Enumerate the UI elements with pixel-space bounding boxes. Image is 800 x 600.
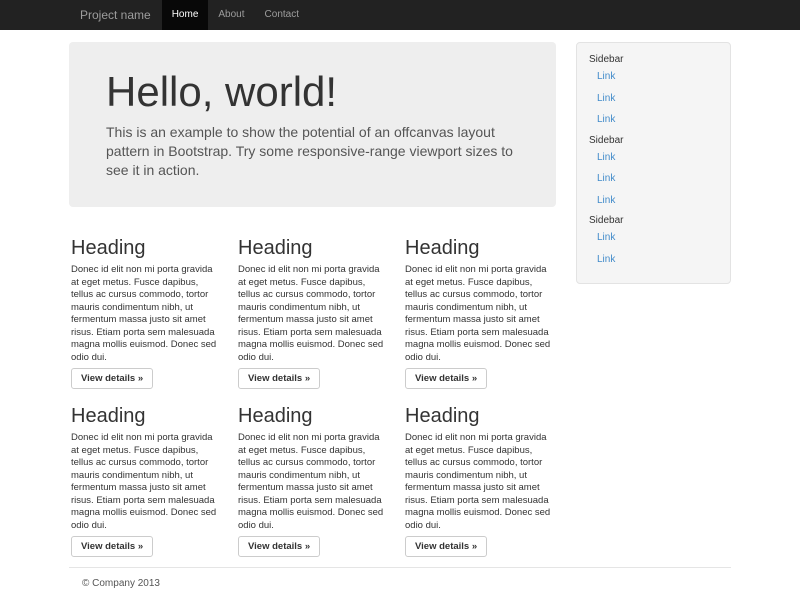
feature-heading: Heading — [71, 237, 221, 259]
feature-heading: Heading — [71, 405, 221, 427]
feature-body-text: Donec id elit non mi porta gravida at eg… — [238, 432, 388, 532]
view-details-button[interactable]: View details » — [71, 368, 153, 389]
nav-link-home[interactable]: Home — [162, 0, 209, 30]
jumbotron-title: Hello, world! — [106, 69, 516, 115]
feature-column-1-1: Heading Donec id elit non mi porta gravid… — [71, 237, 221, 389]
nav-item-about: About — [208, 0, 254, 30]
nav-link-contact[interactable]: Contact — [255, 0, 309, 30]
feature-body-text: Donec id elit non mi porta gravida at eg… — [405, 432, 555, 532]
feature-column-1-2: Heading Donec id elit non mi porta gravid… — [238, 237, 388, 389]
feature-body-text: Donec id elit non mi porta gravida at eg… — [71, 264, 221, 364]
sidebar-link-3-2[interactable]: Link — [577, 250, 730, 272]
navbar-container: Project name HomeAboutContact — [68, 0, 732, 30]
main-column: Hello, world! This is an example to show… — [69, 42, 556, 557]
sidebar-column: SidebarLinkLinkLinkSidebarLinkLinkLinkSi… — [576, 42, 731, 557]
content-row: Hello, world! This is an example to show… — [69, 42, 731, 557]
features-row-2: Heading Donec id elit non mi porta gravid… — [71, 405, 556, 557]
nav-item-home: Home — [162, 0, 209, 30]
navbar-menu: HomeAboutContact — [162, 0, 309, 30]
feature-column-2-1: Heading Donec id elit non mi porta gravid… — [71, 405, 221, 557]
sidebar-header-2: Sidebar — [577, 132, 730, 148]
view-details-button[interactable]: View details » — [71, 536, 153, 557]
jumbotron: Hello, world! This is an example to show… — [69, 42, 556, 207]
jumbotron-description: This is an example to show the potential… — [106, 123, 516, 180]
footer-divider — [69, 567, 731, 568]
feature-heading: Heading — [405, 405, 555, 427]
sidebar-link-2-1[interactable]: Link — [577, 148, 730, 170]
sidebar-link-2-2[interactable]: Link — [577, 169, 730, 191]
sidebar-header-3: Sidebar — [577, 212, 730, 228]
navbar-brand[interactable]: Project name — [68, 0, 162, 30]
footer: © Company 2013 — [69, 578, 731, 589]
view-details-button[interactable]: View details » — [238, 536, 320, 557]
sidebar-link-2-3[interactable]: Link — [577, 191, 730, 213]
navbar: Project name HomeAboutContact — [0, 0, 800, 30]
sidebar-link-1-1[interactable]: Link — [577, 67, 730, 89]
feature-column-2-2: Heading Donec id elit non mi porta gravid… — [238, 405, 388, 557]
sidebar-link-1-3[interactable]: Link — [577, 110, 730, 132]
sidebar-well: SidebarLinkLinkLinkSidebarLinkLinkLinkSi… — [576, 42, 731, 284]
view-details-button[interactable]: View details » — [238, 368, 320, 389]
feature-body-text: Donec id elit non mi porta gravida at eg… — [71, 432, 221, 532]
sidebar-link-3-1[interactable]: Link — [577, 228, 730, 250]
nav-item-contact: Contact — [255, 0, 309, 30]
nav-link-about[interactable]: About — [208, 0, 254, 30]
sidebar-link-1-2[interactable]: Link — [577, 89, 730, 111]
sidebar-header-1: Sidebar — [577, 51, 730, 67]
feature-body-text: Donec id elit non mi porta gravida at eg… — [238, 264, 388, 364]
feature-column-1-3: Heading Donec id elit non mi porta gravid… — [405, 237, 555, 389]
feature-heading: Heading — [405, 237, 555, 259]
features-row-1: Heading Donec id elit non mi porta gravid… — [71, 237, 556, 389]
copyright-text: © Company 2013 — [82, 578, 731, 589]
feature-column-2-3: Heading Donec id elit non mi porta gravid… — [405, 405, 555, 557]
view-details-button[interactable]: View details » — [405, 368, 487, 389]
feature-heading: Heading — [238, 405, 388, 427]
page-container: Hello, world! This is an example to show… — [69, 42, 731, 589]
feature-body-text: Donec id elit non mi porta gravida at eg… — [405, 264, 555, 364]
view-details-button[interactable]: View details » — [405, 536, 487, 557]
feature-heading: Heading — [238, 237, 388, 259]
